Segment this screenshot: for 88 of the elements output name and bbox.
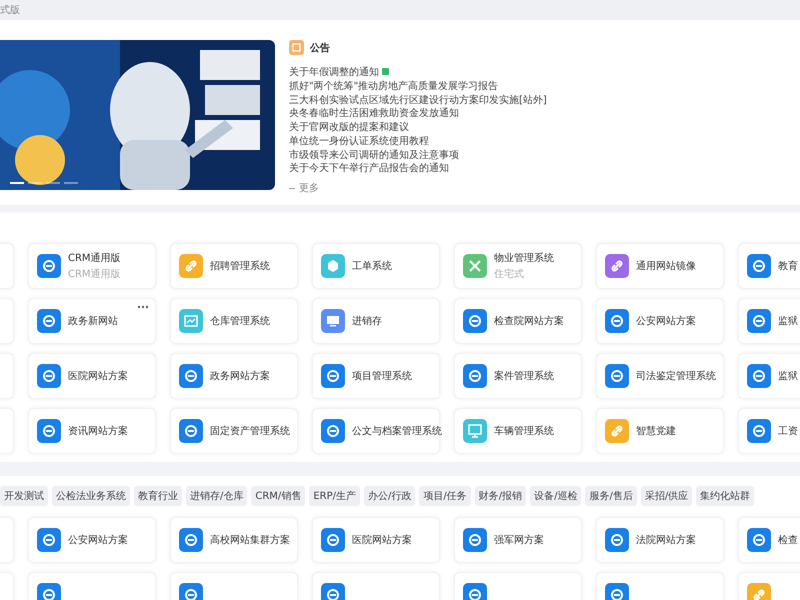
app-card[interactable]: 通用网站镜像 bbox=[596, 243, 724, 289]
app-name: CRM通用版 bbox=[68, 252, 121, 265]
app-card[interactable]: 固定资产管理系统 bbox=[170, 408, 298, 454]
notice-link[interactable]: 抓好"两个统筹"推动房地产高质量发展学习报告 bbox=[289, 78, 498, 93]
app-card[interactable]: 智慧党建 bbox=[596, 408, 724, 454]
more-icon[interactable] bbox=[137, 305, 149, 309]
app-name: 医院网站方案 bbox=[352, 534, 412, 547]
category-tab[interactable]: 财务/报销 bbox=[474, 486, 526, 506]
app-card[interactable]: 进销存 bbox=[312, 298, 440, 344]
app-name: 工资 bbox=[778, 425, 798, 438]
app-card[interactable]: 监狱 bbox=[738, 298, 800, 344]
category-tab[interactable]: 公检法业务系统 bbox=[52, 486, 130, 506]
app-name: 车辆管理系统 bbox=[494, 424, 554, 438]
category-tab[interactable]: 采招/供应 bbox=[640, 486, 692, 506]
app-name: 进销存 bbox=[352, 314, 382, 328]
app-card[interactable]: 政务网站方案 bbox=[170, 353, 298, 399]
notice-link[interactable]: 关于今天下午举行产品报告会的通知 bbox=[289, 161, 449, 176]
app-name: 检查 bbox=[778, 534, 798, 547]
app-card[interactable]: 案件管理系统 bbox=[454, 353, 582, 399]
app-name: 资讯网站方案 bbox=[68, 424, 128, 438]
notice-icon bbox=[289, 40, 304, 55]
app-name: 项目管理系统 bbox=[352, 370, 412, 383]
app-name: 司法鉴定管理系统 bbox=[636, 370, 716, 383]
app-subtitle: 住宅式 bbox=[494, 268, 525, 281]
app-name: 政务网站方案 bbox=[210, 370, 270, 383]
app-name: 物业管理系统 bbox=[494, 252, 554, 265]
category-tab[interactable]: 进销存/仓库 bbox=[186, 486, 248, 506]
notice-link[interactable]: 关于年假调整的通知 bbox=[289, 64, 379, 79]
notice-title: 公告 bbox=[310, 42, 330, 54]
app-name: 强军网方案 bbox=[494, 534, 544, 547]
app-card[interactable]: 医院网站方案 bbox=[312, 517, 440, 563]
app-card[interactable]: 项目管理系统 bbox=[312, 353, 440, 399]
app-name: 固定资产管理系统 bbox=[210, 424, 290, 438]
app-name: 医院网站方案 bbox=[68, 370, 128, 383]
app-card[interactable]: 医院网站方案 bbox=[28, 353, 156, 399]
app-card[interactable]: 工单系统 bbox=[312, 243, 440, 289]
app-card[interactable]: 监狱 bbox=[738, 353, 800, 399]
app-name: 法院网站方案 bbox=[636, 534, 696, 547]
app-card[interactable]: 招聘管理系统 bbox=[170, 243, 298, 289]
category-tab[interactable]: 办公/行政 bbox=[364, 486, 416, 506]
app-name: 公文与档案管理系统 bbox=[352, 424, 442, 438]
category-tab[interactable]: 开发测试 bbox=[0, 486, 48, 506]
app-card[interactable]: 公安网站方案 bbox=[28, 517, 156, 563]
app-card[interactable]: 仓库管理系统 bbox=[170, 298, 298, 344]
category-tab[interactable]: 项目/任务 bbox=[419, 486, 471, 506]
notice-link[interactable]: 关于官网改版的提案和建议 bbox=[289, 120, 409, 134]
notice-link[interactable]: 央冬春临时生活困难救助资金发放通知 bbox=[289, 106, 459, 120]
notice-link[interactable]: 单位统一身份认证系统使用教程 bbox=[289, 134, 429, 148]
app-card[interactable]: 强军网方案 bbox=[454, 517, 582, 563]
app-name: 公安网站方案 bbox=[636, 314, 696, 328]
notice-link[interactable]: 市级领导来公司调研的通知及注意事项 bbox=[289, 148, 459, 162]
app-card[interactable]: 政务新网站 bbox=[28, 298, 156, 344]
category-tab[interactable]: 设备/巡检 bbox=[530, 486, 582, 506]
app-name: 通用网站镜像 bbox=[636, 260, 696, 273]
site-title: 式版 bbox=[0, 4, 20, 17]
app-card[interactable]: 检查院网站方案 bbox=[454, 298, 582, 344]
app-name: 智慧党建 bbox=[636, 424, 676, 438]
app-card[interactable]: 高校网站集群方案 bbox=[170, 517, 298, 563]
app-name: 监狱 bbox=[778, 314, 798, 328]
app-card[interactable]: 司法鉴定管理系统 bbox=[596, 353, 724, 399]
more-link[interactable]: 更多 bbox=[289, 181, 547, 196]
app-card[interactable]: CRM通用版 CRM通用版 bbox=[28, 243, 156, 289]
app-subtitle: CRM通用版 bbox=[68, 268, 121, 281]
app-card[interactable]: 资讯网站方案 bbox=[28, 408, 156, 454]
category-tab[interactable]: 服务/售后 bbox=[585, 486, 637, 506]
app-card[interactable]: 教育 bbox=[738, 243, 800, 289]
app-name: 工单系统 bbox=[352, 260, 392, 273]
app-name: 政务新网站 bbox=[68, 314, 118, 328]
category-tab[interactable]: 集约化站群 bbox=[696, 486, 754, 506]
app-name: 教育 bbox=[778, 260, 798, 273]
app-name: 检查院网站方案 bbox=[494, 314, 564, 328]
app-name: 招聘管理系统 bbox=[210, 260, 270, 273]
app-card[interactable]: 公文与档案管理系统 bbox=[312, 408, 440, 454]
app-card[interactable]: 工资 bbox=[738, 408, 800, 454]
app-name: 公安网站方案 bbox=[68, 534, 128, 547]
category-tab[interactable]: 教育行业 bbox=[134, 486, 182, 506]
app-card[interactable]: 物业管理系统 住宅式 bbox=[454, 243, 582, 289]
app-card[interactable]: 检查 bbox=[738, 517, 800, 563]
category-tab[interactable]: CRM/销售 bbox=[251, 486, 306, 506]
app-name: 高校网站集群方案 bbox=[210, 534, 290, 547]
app-card[interactable]: 法院网站方案 bbox=[596, 517, 724, 563]
app-card[interactable]: 车辆管理系统 bbox=[454, 408, 582, 454]
app-name: 监狱 bbox=[778, 370, 798, 383]
app-name: 案件管理系统 bbox=[494, 370, 554, 383]
app-name: 仓库管理系统 bbox=[210, 314, 270, 328]
category-tab[interactable]: ERP/生产 bbox=[309, 486, 360, 506]
notice-link[interactable]: 三大科创实验试点区域先行区建设行动方案印发实施[站外] bbox=[289, 92, 547, 106]
app-card[interactable]: 公安网站方案 bbox=[596, 298, 724, 344]
